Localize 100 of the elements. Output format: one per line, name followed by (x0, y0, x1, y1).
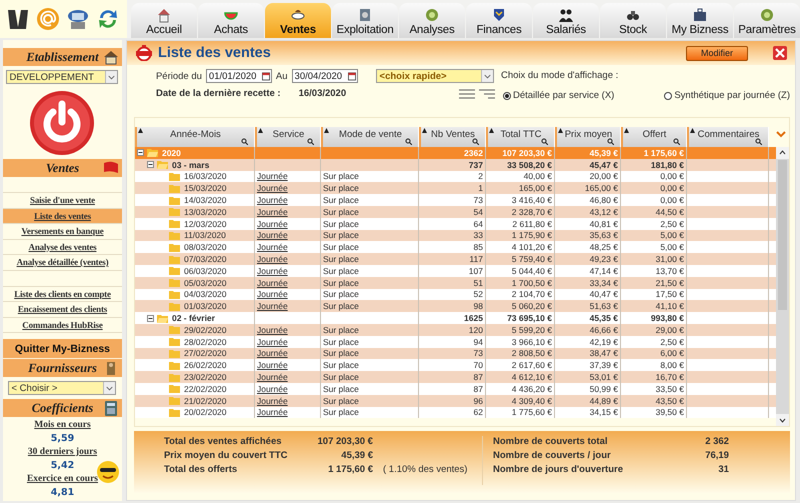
column-header[interactable]: Prix moyen (554, 127, 621, 147)
computer-icon[interactable] (66, 7, 90, 31)
search-icon[interactable] (306, 138, 314, 145)
sort-icon[interactable] (558, 128, 563, 133)
calendar-icon[interactable] (262, 71, 270, 81)
align-right-icon[interactable] (478, 88, 495, 98)
service-link[interactable]: Journée (256, 336, 288, 347)
table-row[interactable]: 12/03/2020 Journée Sur place 64 2 611,80 € 40,81 € 2,50 € (134, 218, 776, 230)
service-link[interactable]: Journée (256, 254, 288, 264)
table-row[interactable]: 20/02/2020 Journée Sur place 62 1 775,60 € 34,15 € 39,50 € (134, 406, 776, 418)
sidebar-link[interactable]: Analyse des ventes (3, 240, 122, 255)
table-row[interactable]: 16/03/2020 Journée Sur place 2 40,00 € 20,00 € 0,00 € (134, 170, 776, 182)
sort-icon[interactable] (624, 128, 629, 133)
service-link[interactable]: Journée (256, 348, 288, 358)
column-header[interactable]: Total TTC (486, 127, 555, 147)
sidebar-link[interactable]: Liste des ventes (3, 208, 122, 224)
table-row[interactable]: 15/03/2020 Journée Sur place 1 165,00 € 165,00 € 0,00 € (134, 182, 776, 194)
tuxedo-icon[interactable] (6, 7, 30, 31)
service-link[interactable]: Journée (256, 195, 288, 206)
search-icon[interactable] (240, 138, 248, 145)
power-button[interactable] (29, 90, 96, 156)
service-link[interactable]: Journée (256, 324, 288, 335)
table-row[interactable]: 04/03/2020 Journée Sur place 52 2 104,70 € 40,47 € 17,50 € (134, 288, 776, 300)
sort-icon[interactable] (324, 128, 329, 133)
table-row[interactable]: 28/02/2020 Journée Sur place 94 3 966,10 € 42,19 € 2,50 € (134, 336, 776, 348)
search-icon[interactable] (672, 138, 680, 145)
establishment-select[interactable]: DEVELOPPEMENT (6, 70, 118, 84)
service-link[interactable]: Journée (256, 206, 288, 217)
table-row[interactable]: 07/03/2020 Journée Sur place 117 5 759,40 € 49,23 € 31,00 € (134, 253, 776, 265)
search-icon[interactable] (404, 138, 412, 145)
supplier-select[interactable]: < Choisir > (8, 381, 116, 395)
column-header[interactable]: Commentaires (686, 127, 769, 147)
tab[interactable]: Ventes (265, 3, 331, 38)
quick-choice-select[interactable]: <choix rapide> (376, 69, 494, 83)
start-date-field[interactable]: 01/01/2020 (206, 69, 272, 83)
sort-icon[interactable] (488, 128, 494, 133)
tab[interactable]: Paramètres (734, 3, 800, 38)
table-row[interactable]: 21/02/2020 Journée Sur place 96 4 309,40 € 44,89 € 43,50 € (134, 394, 776, 407)
tab[interactable]: Accueil (131, 3, 197, 38)
column-header[interactable]: Offert (620, 127, 687, 147)
quit-button[interactable]: Quitter My-Bizness (3, 339, 122, 359)
sort-icon[interactable] (138, 128, 143, 133)
service-link[interactable]: Journée (256, 301, 288, 312)
service-link[interactable]: Journée (256, 360, 288, 370)
service-link[interactable]: Journée (256, 183, 288, 194)
table-row[interactable]: 23/02/2020 Journée Sur place 87 4 612,10 € 53,01 € 16,70 € (134, 371, 776, 383)
scroll-down-icon[interactable] (776, 414, 789, 426)
sort-icon[interactable] (690, 128, 695, 133)
table-row[interactable]: 29/02/2020 Journée Sur place 120 5 599,20 € 46,66 € 29,00 € (134, 324, 776, 336)
column-header[interactable]: Service (254, 127, 321, 147)
service-link[interactable]: Journée (256, 278, 288, 288)
scroll-up-icon[interactable] (776, 147, 789, 159)
collapse-icon[interactable] (146, 314, 154, 322)
service-link[interactable]: Journée (256, 407, 288, 418)
search-icon[interactable] (754, 138, 762, 145)
calendar-icon[interactable] (348, 71, 356, 81)
tab[interactable]: My Bizness (667, 3, 733, 38)
column-header[interactable]: Mode de vente (320, 127, 419, 147)
table-row[interactable]: 13/03/2020 Journée Sur place 54 2 328,70 € 43,12 € 44,50 € (134, 206, 776, 218)
service-link[interactable]: Journée (256, 372, 288, 382)
table-row[interactable]: 26/02/2020 Journée Sur place 70 2 617,60 € 37,39 € 8,00 € (134, 359, 776, 372)
service-link[interactable]: Journée (256, 384, 288, 394)
tab[interactable]: Stock (600, 3, 666, 38)
sidebar-link[interactable]: Commandes HubRise (3, 318, 122, 333)
service-link[interactable]: Journée (256, 230, 288, 240)
scrollbar[interactable] (776, 147, 789, 426)
search-icon[interactable] (540, 138, 548, 145)
column-header[interactable]: Nb Ventes (418, 127, 486, 147)
scrollbar-thumb[interactable] (778, 160, 787, 310)
end-date-field[interactable]: 30/04/2020 (292, 69, 358, 83)
tab[interactable]: Salariés (533, 3, 599, 38)
align-lines-icon[interactable] (458, 88, 475, 98)
table-row[interactable]: 22/02/2020 Journée Sur place 87 4 436,20 € 50,99 € 33,50 € (134, 382, 776, 395)
table-row[interactable]: 02 - février 1625 73 695,10 € 45,35 € 993,80 € (134, 312, 776, 324)
sidebar-link[interactable]: Analyse détaillée (ventes) (3, 255, 122, 270)
modify-button[interactable]: Modifier (686, 46, 748, 60)
search-icon[interactable] (606, 138, 614, 145)
tab[interactable]: Analyses (399, 3, 465, 38)
sidebar-link[interactable]: Versements en banque (3, 224, 122, 240)
table-row[interactable]: 05/03/2020 Journée Sur place 51 1 700,50 € 33,34 € 21,50 € (134, 276, 776, 289)
table-row[interactable]: 06/03/2020 Journée Sur place 107 5 044,40 € 47,14 € 13,70 € (134, 264, 776, 277)
service-link[interactable]: Journée (256, 218, 288, 229)
table-row[interactable]: 08/03/2020 Journée Sur place 85 4 101,20 € 48,25 € 5,00 € (134, 241, 776, 254)
table-row[interactable]: 01/03/2020 Journée Sur place 98 5 060,20 € 51,63 € 41,10 € (134, 300, 776, 312)
service-link[interactable]: Journée (256, 171, 288, 182)
sidebar-link[interactable]: Liste des clients en compte (3, 286, 122, 302)
service-link[interactable]: Journée (256, 266, 288, 276)
table-row[interactable]: 14/03/2020 Journée Sur place 73 3 416,40 € 46,80 € 0,00 € (134, 194, 776, 206)
close-button[interactable] (773, 46, 787, 60)
column-header[interactable]: Année-Mois (134, 127, 255, 147)
tab[interactable]: Achats (198, 3, 264, 38)
sort-icon[interactable] (422, 128, 427, 133)
collapse-icon[interactable] (146, 161, 154, 168)
service-link[interactable]: Journée (256, 242, 288, 252)
table-row[interactable]: 27/02/2020 Journée Sur place 73 2 808,50 € 38,47 € 6,00 € (134, 348, 776, 360)
table-row[interactable]: 11/03/2020 Journée Sur place 33 1 175,90 € 35,63 € 5,00 € (134, 230, 776, 242)
collapse-icon[interactable] (136, 149, 144, 156)
sort-icon[interactable] (258, 128, 263, 133)
chevron-down-icon[interactable] (776, 130, 786, 138)
service-link[interactable]: Journée (256, 289, 288, 300)
